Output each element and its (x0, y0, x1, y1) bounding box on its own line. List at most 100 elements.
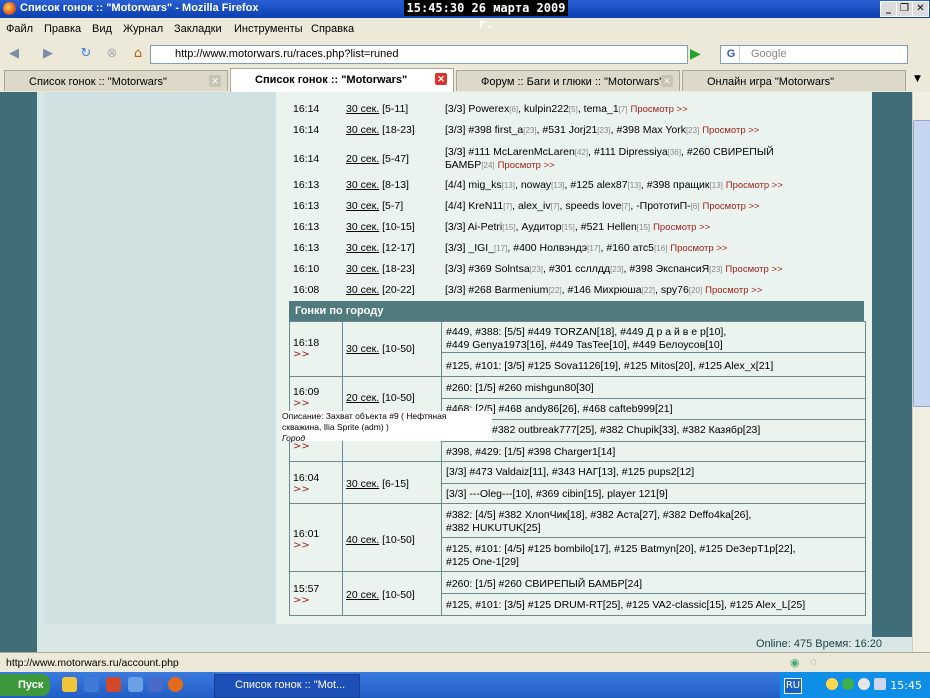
duration-link[interactable]: 30 сек. (346, 103, 379, 115)
duration-link[interactable]: 30 сек. (346, 478, 379, 490)
close-button[interactable]: ✕ (912, 1, 929, 17)
racer-name[interactable]: #521 Hellen (581, 221, 637, 233)
search-input[interactable]: G Google (720, 45, 908, 64)
duration-link[interactable]: 30 сек. (346, 343, 379, 355)
quicklaunch-icon[interactable] (84, 677, 99, 692)
home-icon[interactable]: ⌂ (130, 46, 146, 62)
firefox-icon[interactable] (168, 677, 183, 692)
view-link[interactable]: Просмотр >> (702, 125, 759, 136)
duration-link[interactable]: 30 сек. (346, 221, 379, 233)
duration-link[interactable]: 30 сек. (346, 284, 379, 296)
race-expand-link[interactable]: >> (293, 595, 310, 606)
tab-races-2[interactable]: Список гонок :: "Motorwars" ✕ (230, 68, 454, 92)
start-button[interactable]: Пуск (0, 674, 50, 696)
menu-bookmarks[interactable]: Закладки (174, 23, 222, 35)
racer-name[interactable]: #369 Solntsa (468, 263, 529, 275)
quicklaunch-icon[interactable] (106, 677, 121, 692)
language-indicator[interactable]: RU (784, 678, 802, 694)
menu-history[interactable]: Журнал (123, 23, 163, 35)
racer-name[interactable]: #268 Barmenium (468, 284, 548, 296)
view-link[interactable]: Просмотр >> (705, 285, 762, 296)
race-expand-link[interactable]: >> (293, 349, 310, 360)
view-link[interactable]: Просмотр >> (725, 264, 782, 275)
minimize-button[interactable]: _ (880, 1, 897, 17)
duration-link[interactable]: 30 сек. (346, 124, 379, 136)
menu-edit[interactable]: Правка (44, 23, 81, 35)
racer-name[interactable]: Ai-Petri (468, 221, 502, 233)
close-icon[interactable]: ✕ (661, 75, 673, 87)
status-icon[interactable]: ◌ (810, 656, 817, 668)
racer-name[interactable]: #111 Dipressiya (594, 146, 668, 158)
tab-list-icon[interactable]: ▼ (914, 74, 921, 84)
racer-name[interactable]: spy76 (661, 284, 689, 296)
taskbar-item-firefox[interactable]: Список гонок :: "Mot... (214, 674, 360, 698)
menu-help[interactable]: Справка (311, 23, 354, 35)
save-icon[interactable] (148, 677, 163, 692)
menu-view[interactable]: Вид (92, 23, 112, 35)
racer-name[interactable]: Аудитор (521, 221, 561, 233)
duration-link[interactable]: 30 сек. (346, 263, 379, 275)
racer-name[interactable]: БАМБР (445, 159, 481, 171)
duration-link[interactable]: 40 сек. (346, 534, 379, 546)
speaker-icon[interactable] (874, 678, 886, 690)
race-expand-link[interactable]: >> (293, 540, 310, 551)
duration-link[interactable]: 30 сек. (346, 200, 379, 212)
view-link[interactable]: Просмотр >> (653, 222, 710, 233)
duration-link[interactable]: 30 сек. (346, 179, 379, 191)
racer-name[interactable]: -ПрототиП- (636, 200, 691, 212)
view-link[interactable]: Просмотр >> (498, 160, 555, 171)
duration-link[interactable]: 20 сек. (346, 153, 379, 165)
addon-icon[interactable]: ◉ (790, 656, 800, 669)
racer-name[interactable]: speeds love (565, 200, 621, 212)
race-expand-link[interactable]: >> (293, 484, 310, 495)
racer-name[interactable]: mig_ks (468, 179, 501, 191)
scrollbar-thumb[interactable] (913, 120, 930, 407)
racer-name[interactable]: #398 first_a (468, 124, 523, 136)
quicklaunch-icon[interactable] (128, 677, 143, 692)
menu-file[interactable]: Файл (6, 23, 33, 35)
close-icon[interactable]: ✕ (209, 75, 221, 87)
racer-name[interactable]: #531 Jorj21 (542, 124, 597, 136)
google-icon[interactable]: G (723, 46, 740, 62)
stop-icon[interactable]: ⊗ (104, 46, 120, 62)
racer-name[interactable]: noway (521, 179, 551, 191)
tray-icon[interactable] (858, 678, 870, 690)
racer-name[interactable]: #398 ЭкспансиЯ (629, 263, 709, 275)
racer-name[interactable]: #400 Нолвэндэ (513, 242, 587, 254)
maximize-button[interactable]: ❐ (896, 1, 913, 17)
tab-online-game[interactable]: Онлайн игра "Motorwars" (682, 70, 906, 91)
racer-name[interactable]: #125 alex87 (570, 179, 627, 191)
url-input[interactable]: http://www.motorwars.ru/races.php?list=r… (150, 45, 688, 64)
view-link[interactable]: Просмотр >> (703, 201, 760, 212)
forward-icon[interactable]: ▶ (40, 46, 56, 62)
back-icon[interactable]: ◀ (6, 46, 22, 62)
racer-name[interactable]: #398 пращик (647, 179, 710, 191)
view-link[interactable]: Просмотр >> (670, 243, 727, 254)
racer-name[interactable]: #398 Max York (616, 124, 685, 136)
view-link[interactable]: Просмотр >> (631, 104, 688, 115)
go-icon[interactable]: ▶ (690, 46, 706, 62)
quicklaunch-icon[interactable] (62, 677, 77, 692)
menu-tools[interactable]: Инструменты (234, 23, 303, 35)
tray-icon[interactable] (826, 678, 838, 690)
duration-link[interactable]: 20 сек. (346, 589, 379, 601)
racer-name[interactable]: KreN11 (468, 200, 503, 212)
racer-name[interactable]: _IGI_ (468, 242, 494, 254)
race-expand-link[interactable]: >> (293, 398, 310, 409)
racer-name[interactable]: Powerex (468, 103, 509, 115)
racer-name[interactable]: #160 атс5 (606, 242, 654, 254)
racer-name[interactable]: alex_iv (518, 200, 551, 212)
racer-name[interactable]: #260 СВИРЕПЫЙ (687, 146, 774, 158)
racer-name[interactable]: kulpin222 (524, 103, 569, 115)
duration-link[interactable]: 30 сек. (346, 242, 379, 254)
view-link[interactable]: Просмотр >> (726, 180, 783, 191)
racer-name[interactable]: #146 Михрюша (568, 284, 642, 296)
reload-icon[interactable]: ↻ (78, 46, 94, 62)
tray-icon[interactable] (842, 678, 854, 690)
duration-link[interactable]: 20 сек. (346, 392, 379, 404)
racer-name[interactable]: #301 ссллдд (549, 263, 610, 275)
tab-races-1[interactable]: Список гонок :: "Motorwars" ✕ (4, 70, 228, 91)
close-icon[interactable]: ✕ (435, 73, 447, 85)
tab-forum[interactable]: Форум :: Баги и глюки :: "Motorwars" ✕ (456, 70, 680, 91)
racer-name[interactable]: #111 McLarenMcLaren (468, 146, 574, 158)
